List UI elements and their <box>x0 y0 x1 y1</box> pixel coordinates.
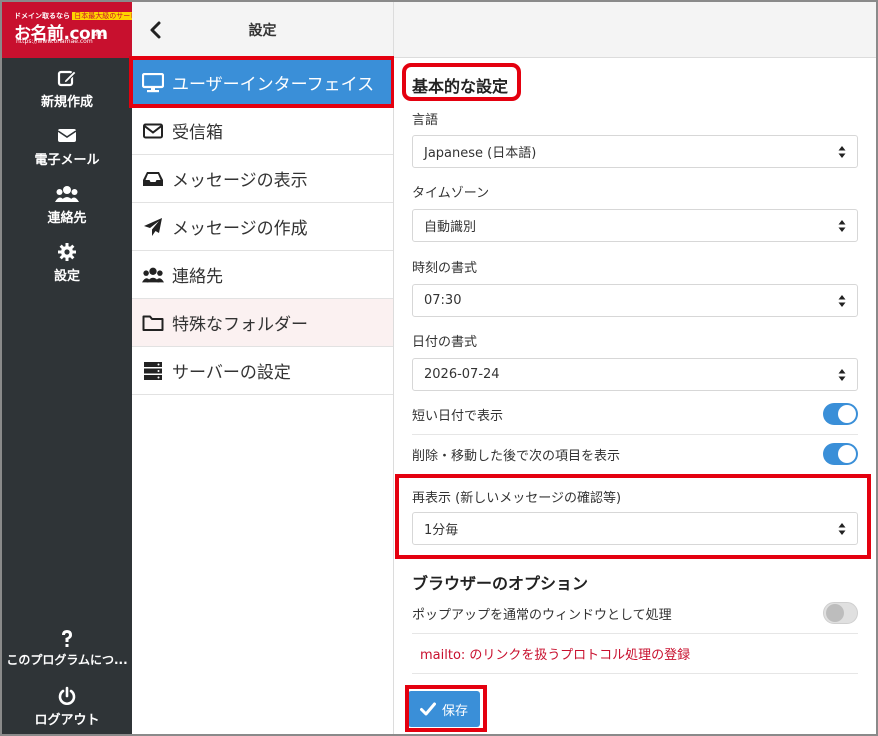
show-next-label: 削除・移動した後で次の項目を表示 <box>412 449 621 464</box>
time-format-select[interactable]: 07:30 <box>412 284 858 317</box>
highlight-box-save <box>405 685 487 732</box>
nav-settings-label: 設定 <box>53 269 80 284</box>
envelope-outline-icon <box>142 120 164 142</box>
settings-item-label: メッセージの表示 <box>172 171 308 191</box>
settings-item-label: 受信箱 <box>172 123 223 143</box>
section-title-browser: ブラウザーのオプション <box>412 574 589 593</box>
date-format-select[interactable]: 2026-07-24 <box>412 358 858 391</box>
settings-item-mailbox[interactable]: 受信箱 <box>132 107 393 155</box>
settings-header: 設定 <box>132 2 393 58</box>
short-date-row: 短い日付で表示 <box>412 395 858 435</box>
nav-logout-label: ログアウト <box>34 713 100 728</box>
settings-sections-panel: 設定 ユーザーインターフェイス 受信箱 メッセージの表示 メッセージの作成 連絡… <box>132 2 394 734</box>
select-arrows-icon <box>838 220 846 232</box>
users-icon <box>142 264 164 286</box>
settings-item-label: 連絡先 <box>172 267 223 287</box>
folder-icon <box>142 312 164 334</box>
popup-row: ポップアップを通常のウィンドウとして処理 <box>412 594 858 634</box>
show-next-toggle[interactable] <box>823 443 858 465</box>
brand-logo[interactable]: ドメイン取るなら 日本最大級のサービス お名前.com https://www.… <box>2 2 132 58</box>
nav-about[interactable]: このプログラムにつ... <box>2 628 132 668</box>
language-label: 言語 <box>412 113 439 128</box>
timezone-label: タイムゾーン <box>412 186 490 201</box>
settings-item-message-display[interactable]: メッセージの表示 <box>132 155 393 203</box>
logo-sub: GMO <box>92 32 105 38</box>
envelope-icon <box>2 126 132 148</box>
highlight-box-basic-settings <box>402 63 521 101</box>
settings-title: 設定 <box>248 23 277 39</box>
popup-toggle[interactable] <box>823 602 858 624</box>
date-format-value: 2026-07-24 <box>424 367 500 382</box>
select-arrows-icon <box>838 369 846 381</box>
paper-plane-icon <box>142 216 164 238</box>
nav-contacts[interactable]: 連絡先 <box>2 184 132 226</box>
nav-mail-label: 電子メール <box>34 153 100 168</box>
highlight-box-refresh <box>395 474 871 559</box>
settings-item-label: 特殊なフォルダー <box>172 315 308 335</box>
main-header <box>394 2 876 58</box>
short-date-label: 短い日付で表示 <box>412 409 504 424</box>
nav-mail[interactable]: 電子メール <box>2 126 132 168</box>
settings-item-server[interactable]: サーバーの設定 <box>132 347 393 395</box>
highlight-box-user-interface <box>129 56 395 108</box>
nav-about-label: このプログラムにつ... <box>6 653 128 667</box>
timezone-value: 自動識別 <box>424 220 477 235</box>
gear-icon <box>2 242 132 264</box>
time-format-value: 07:30 <box>424 293 462 308</box>
inbox-tray-icon <box>142 168 164 190</box>
nav-compose-label: 新規作成 <box>40 95 93 110</box>
logo-url: https://www.onamae.com <box>16 38 93 45</box>
nav-compose[interactable]: 新規作成 <box>2 68 132 110</box>
short-date-toggle[interactable] <box>823 403 858 425</box>
settings-item-compose[interactable]: メッセージの作成 <box>132 203 393 251</box>
popup-label: ポップアップを通常のウィンドウとして処理 <box>412 608 672 623</box>
nav-contacts-label: 連絡先 <box>47 211 87 226</box>
show-next-row: 削除・移動した後で次の項目を表示 <box>412 435 858 475</box>
settings-item-label: サーバーの設定 <box>172 363 291 383</box>
settings-item-special-folders[interactable]: 特殊なフォルダー <box>132 299 393 347</box>
left-navigation: ドメイン取るなら 日本最大級のサービス お名前.com https://www.… <box>2 2 134 734</box>
select-arrows-icon <box>838 146 846 158</box>
power-icon <box>2 686 132 708</box>
app-window: ドメイン取るなら 日本最大級のサービス お名前.com https://www.… <box>0 0 878 736</box>
settings-item-label: メッセージの作成 <box>172 219 308 239</box>
question-icon <box>2 628 132 650</box>
server-icon <box>142 360 164 382</box>
settings-form: 基本的な設定 言語 Japanese (日本語) タイムゾーン 自動識別 時刻の… <box>394 58 876 734</box>
users-icon <box>2 184 132 206</box>
mailto-register-link[interactable]: mailto: のリンクを扱うプロトコル処理の登録 <box>412 634 858 674</box>
settings-item-contacts[interactable]: 連絡先 <box>132 251 393 299</box>
compose-icon <box>2 68 132 90</box>
nav-logout[interactable]: ログアウト <box>2 686 132 728</box>
language-value: Japanese (日本語) <box>424 146 537 161</box>
language-select[interactable]: Japanese (日本語) <box>412 135 858 168</box>
timezone-select[interactable]: 自動識別 <box>412 209 858 242</box>
time-format-label: 時刻の書式 <box>412 261 478 276</box>
nav-settings[interactable]: 設定 <box>2 242 132 284</box>
select-arrows-icon <box>838 295 846 307</box>
date-format-label: 日付の書式 <box>412 335 478 350</box>
